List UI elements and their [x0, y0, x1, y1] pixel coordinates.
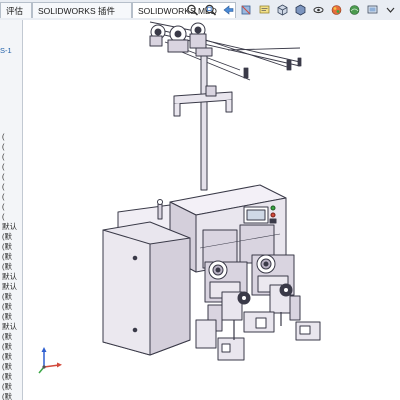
tree-item[interactable]: (: [2, 152, 22, 162]
tree-item[interactable]: (默: [2, 332, 22, 342]
wire-guides: [243, 57, 302, 79]
tab-solidworks-addins[interactable]: SOLIDWORKS 插件: [32, 2, 132, 18]
tree-item[interactable]: (: [2, 212, 22, 222]
tree-item[interactable]: (: [2, 192, 22, 202]
scene-icon[interactable]: [348, 3, 361, 17]
tree-item[interactable]: 默认: [2, 222, 22, 232]
chevron-down-icon[interactable]: [384, 3, 397, 17]
tree-item[interactable]: (: [2, 132, 22, 142]
tree-item[interactable]: 默认: [2, 322, 22, 332]
zoom-area-icon[interactable]: [204, 3, 217, 17]
tree-item[interactable]: (: [2, 142, 22, 152]
tree-item[interactable]: (默: [2, 252, 22, 262]
tree-item[interactable]: (默: [2, 342, 22, 352]
tension-pulley-right: [189, 22, 207, 49]
tree-item[interactable]: (默: [2, 352, 22, 362]
tree-item[interactable]: 默认: [2, 282, 22, 292]
view-settings-icon[interactable]: [366, 3, 379, 17]
feature-manager-tree: S-1 (((((((((默认 (默 (默 (默 (默 默认 默认 (默 (默 (默 默认 (默 (默(…: [0, 20, 23, 400]
hide-show-icon[interactable]: [312, 3, 325, 17]
display-style-icon[interactable]: [294, 3, 307, 17]
tree-item[interactable]: 默认: [2, 272, 22, 282]
graphics-area[interactable]: [23, 20, 400, 400]
tree-item[interactable]: (默: [2, 262, 22, 272]
tension-pulley-left: [149, 24, 166, 47]
tree-item[interactable]: (默: [2, 232, 22, 242]
zoom-to-fit-icon[interactable]: [186, 3, 199, 17]
view-orientation-icon[interactable]: [276, 3, 289, 17]
edit-appearance-icon[interactable]: [330, 3, 343, 17]
tree-item[interactable]: (: [2, 202, 22, 212]
tree-item[interactable]: (默: [2, 292, 22, 302]
section-view-icon[interactable]: [240, 3, 253, 17]
tree-item[interactable]: (: [2, 172, 22, 182]
reference-triad: [35, 345, 63, 375]
base-cabinet: [102, 221, 191, 356]
heads-up-view-toolbar: [186, 3, 400, 18]
tree-item[interactable]: (默: [2, 302, 22, 312]
tension-pulley-center: [167, 25, 189, 53]
tree-header: S-1: [0, 46, 12, 55]
tree-item[interactable]: (默: [2, 382, 22, 392]
tab-evaluate[interactable]: 评估: [0, 2, 32, 18]
previous-view-icon[interactable]: [222, 3, 235, 17]
tree-item[interactable]: (: [2, 182, 22, 192]
tree-item[interactable]: (默: [2, 312, 22, 322]
tree-item[interactable]: (默: [2, 362, 22, 372]
vertical-mast: [195, 47, 213, 191]
machine-model: [102, 21, 321, 361]
tree-item[interactable]: (默: [2, 392, 22, 400]
tree-item[interactable]: (默: [2, 372, 22, 382]
dynamic-annotation-icon[interactable]: [258, 3, 271, 17]
tree-item[interactable]: (默: [2, 242, 22, 252]
tree-item[interactable]: (: [2, 162, 22, 172]
command-manager-tabs: 评估 SOLIDWORKS 插件 SOLIDWORKS MBD: [0, 0, 400, 21]
